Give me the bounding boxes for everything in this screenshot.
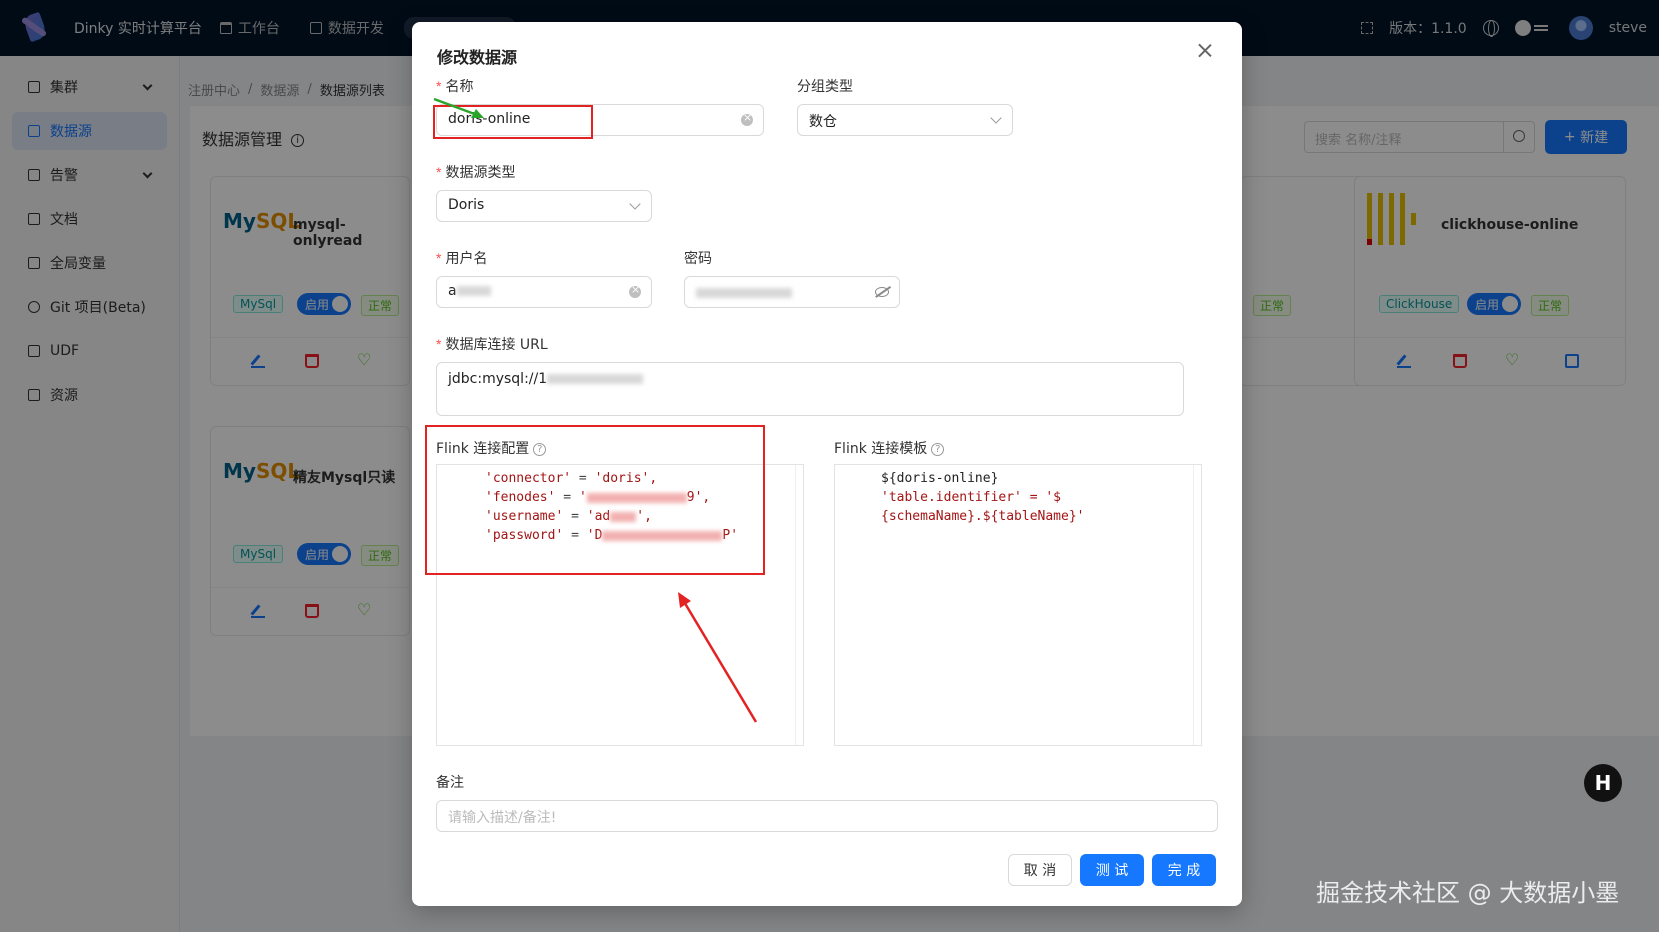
annotation-arrows [433,97,758,723]
watermark: 掘金技术社区 @ 大数据小墨 [1316,879,1620,907]
floating-help-badge[interactable]: H [1584,764,1622,802]
